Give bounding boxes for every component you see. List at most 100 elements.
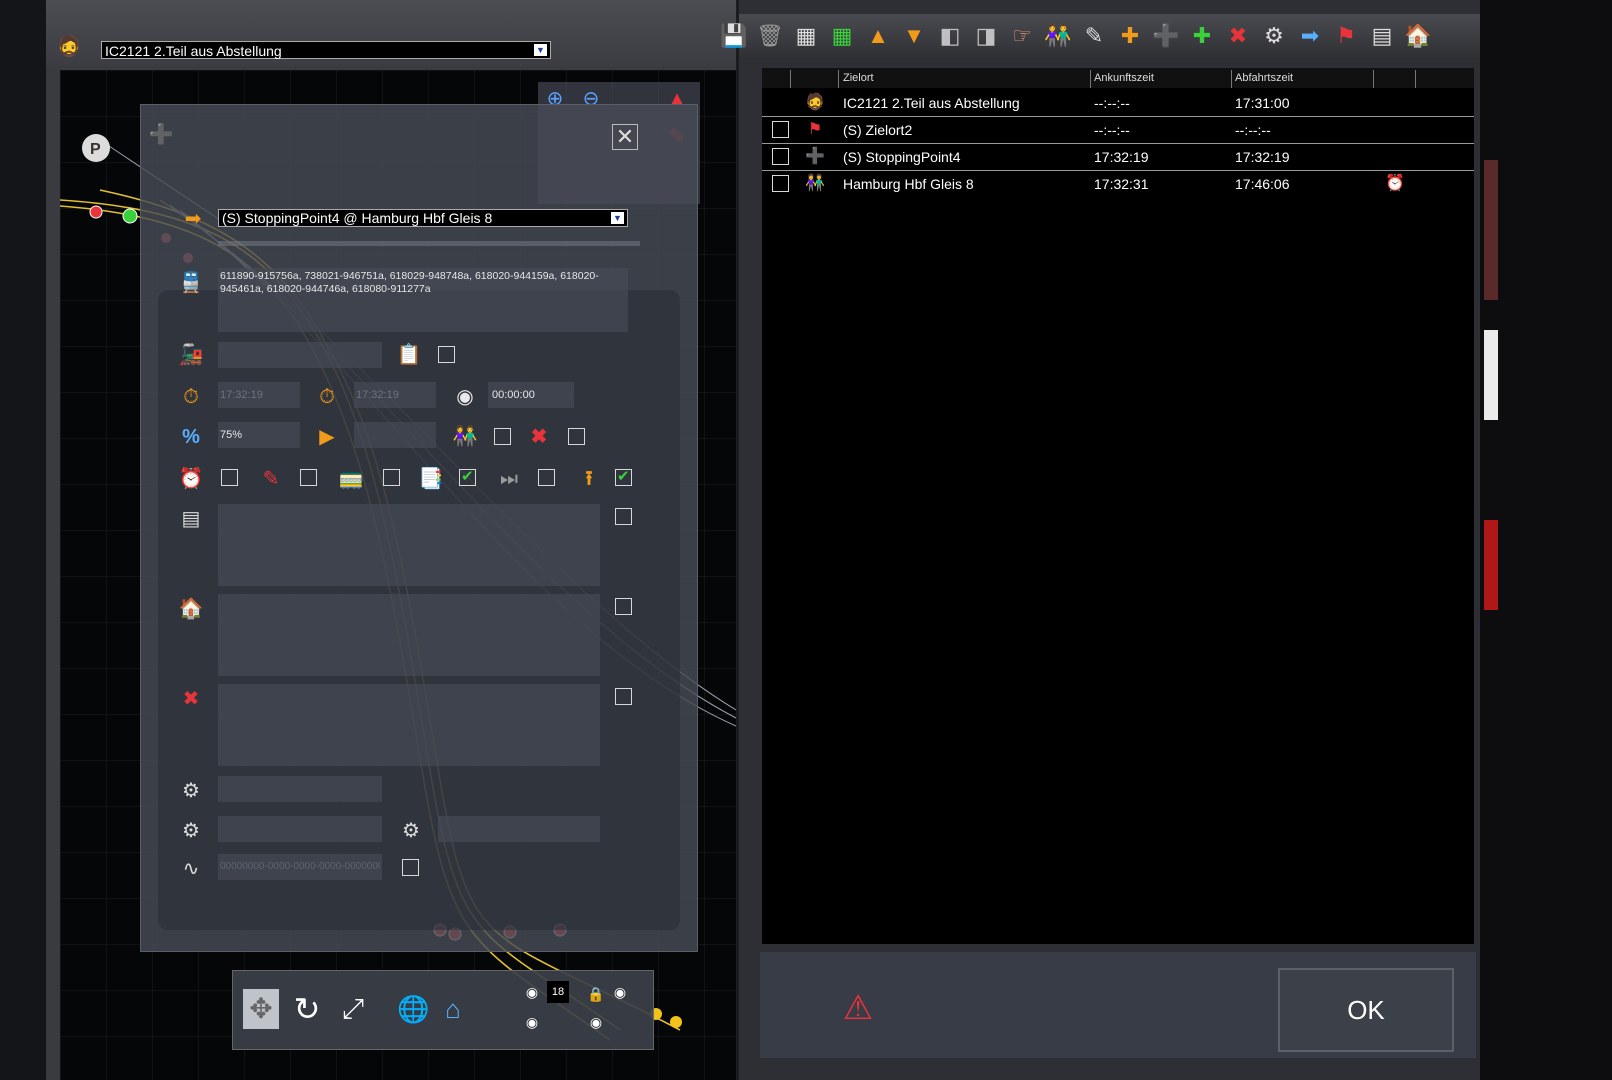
no-entry-text-area[interactable] (218, 684, 600, 766)
radio-option-icon[interactable]: ◉ (519, 979, 545, 1005)
display-icon: ▤ (181, 508, 201, 530)
cancel-icon: ✖ (530, 426, 548, 448)
passengers-icon: 👫 (805, 175, 825, 192)
trash-icon[interactable]: 🗑 (756, 22, 784, 50)
close-button[interactable]: ✕ (612, 124, 638, 150)
background-right (1480, 0, 1612, 1080)
move-down-icon[interactable]: ▼ (900, 22, 928, 50)
driver-icon: 🧔 (805, 94, 825, 111)
reverse-checkbox[interactable] (459, 467, 476, 486)
station-checkbox[interactable] (615, 598, 632, 615)
waypoint-plus-icon[interactable]: ➕ (1152, 22, 1180, 50)
row-checkbox[interactable] (772, 175, 789, 192)
globe-icon[interactable]: 🌐 (397, 991, 429, 1027)
arrival-field[interactable]: 17:32:19 (218, 382, 300, 408)
table-row[interactable]: 👫 Hamburg Hbf Gleis 8 17:32:31 17:46:06 … (762, 171, 1474, 196)
row-name: IC2121 2.Teil aus Abstellung (843, 95, 1020, 111)
remove-driver-icon[interactable]: ✖ (1224, 22, 1252, 50)
column-header-zielort[interactable]: Zielort (843, 72, 874, 84)
column-header-ankunftszeit[interactable]: Ankunftszeit (1094, 72, 1154, 84)
passengers-checkbox[interactable] (494, 428, 511, 445)
radio-option-icon[interactable]: ◉ (607, 979, 633, 1005)
consist-field[interactable]: 611890-915756a, 738021-946751a, 618029-9… (218, 268, 628, 332)
brake-checkbox[interactable] (300, 469, 317, 486)
stop-selector-value: (S) StoppingPoint4 @ Hamburg Hbf Gleis 8 (222, 210, 493, 226)
driver-field[interactable] (218, 342, 382, 368)
dwell-field[interactable]: 00:00:00 (488, 382, 574, 408)
speed-field[interactable] (354, 422, 436, 448)
skip-checkbox[interactable] (538, 469, 555, 486)
percent-field[interactable]: 75% (218, 422, 300, 448)
ok-button[interactable]: OK (1278, 968, 1454, 1052)
signal-wave-icon: ∿ (182, 858, 200, 880)
chevron-down-icon[interactable]: ▼ (534, 44, 547, 56)
driver-checkbox[interactable] (438, 346, 455, 363)
lock-icon[interactable]: 🔒 (583, 981, 609, 1007)
dwell-icon: ◉ (456, 386, 474, 408)
route-arrow-icon[interactable]: ➡ (1296, 22, 1324, 50)
edit-icon[interactable]: ✎ (1080, 22, 1108, 50)
cancel-checkbox[interactable] (568, 428, 585, 445)
layer-counter-value: 18 (551, 986, 565, 998)
warning-icon[interactable]: ⚠ (838, 988, 878, 1028)
change-direction-icon: ⭱ (585, 468, 593, 490)
alarm-clock-icon: ⏰ (1385, 175, 1405, 192)
display-icon[interactable]: ▤ (1368, 22, 1396, 50)
brake-icon: ✎ (262, 468, 280, 490)
station-icon: 🏠 (178, 598, 204, 620)
radio-option-icon[interactable]: ◉ (519, 1009, 545, 1035)
row-arrival: 17:32:31 (1094, 176, 1149, 192)
split-icon[interactable]: ◧ (936, 22, 964, 50)
row-departure: 17:32:19 (1235, 149, 1290, 165)
home-icon[interactable]: ⌂ (437, 991, 469, 1027)
resize-icon[interactable]: ⤢ (335, 989, 371, 1029)
divider (218, 241, 640, 246)
alarm-clock-icon: ⏰ (178, 468, 204, 490)
no-entry-checkbox[interactable] (615, 688, 632, 705)
change-direction-checkbox[interactable] (615, 467, 632, 486)
move-up-icon[interactable]: ▲ (864, 22, 892, 50)
fit-view-icon[interactable]: ✥ (243, 989, 279, 1029)
settings-icon[interactable]: ⚙ (1260, 22, 1288, 50)
departure-value: 17:32:19 (356, 389, 399, 401)
column-header-abfahrtszeit[interactable]: Abfahrtszeit (1235, 72, 1293, 84)
table-row[interactable]: 🧔 IC2121 2.Teil aus Abstellung --:--:-- … (762, 90, 1474, 115)
row-checkbox[interactable] (772, 148, 789, 165)
add-icon[interactable]: ✚ (1188, 22, 1216, 50)
table-row[interactable]: ⚑ (S) Zielort2 --:--:-- --:--:-- (762, 117, 1474, 142)
grid-icon[interactable]: ▦ (792, 22, 820, 50)
passengers-icon[interactable]: 👫 (1044, 22, 1072, 50)
settings-field-1[interactable] (218, 776, 382, 802)
train-selector-value: IC2121 2.Teil aus Abstellung (105, 43, 282, 59)
uuid-field[interactable]: 00000000-0000-0000-0000-000000000000 (218, 854, 382, 880)
departure-field[interactable]: 17:32:19 (354, 382, 436, 408)
flag-icon[interactable]: ⚑ (1332, 22, 1360, 50)
row-arrival: --:--:-- (1094, 122, 1130, 138)
display-text-area[interactable] (218, 504, 600, 586)
settings-field-3[interactable] (438, 816, 600, 842)
display-checkbox[interactable] (615, 508, 632, 525)
uuid-checkbox[interactable] (402, 859, 419, 876)
table-row[interactable]: ➕ (S) StoppingPoint4 17:32:19 17:32:19 (762, 144, 1474, 169)
alarm-checkbox[interactable] (221, 469, 238, 486)
arrival-clock-icon: ⏱ (183, 386, 199, 408)
radio-option-icon[interactable]: ◉ (583, 1009, 609, 1035)
dwell-value: 00:00:00 (492, 389, 535, 401)
passengers-icon: 👫 (452, 426, 478, 448)
refresh-icon[interactable]: ↻ (289, 989, 325, 1029)
settings-field-2[interactable] (218, 816, 382, 842)
row-name: (S) Zielort2 (843, 122, 913, 138)
train-selector[interactable]: IC2121 2.Teil aus Abstellung ▼ (101, 41, 551, 59)
station-text-area[interactable] (218, 594, 600, 676)
stop-selector[interactable]: (S) StoppingPoint4 @ Hamburg Hbf Gleis 8… (218, 209, 628, 227)
coupling-checkbox[interactable] (383, 469, 400, 486)
save-icon[interactable]: 💾 (720, 22, 748, 50)
chevron-down-icon[interactable]: ▼ (611, 212, 624, 224)
row-checkbox[interactable] (772, 121, 789, 138)
pointer-icon[interactable]: ☞ (1008, 22, 1036, 50)
layout-icon[interactable]: ✚ (1116, 22, 1144, 50)
join-icon[interactable]: ◨ (972, 22, 1000, 50)
station-icon[interactable]: 🏠 (1404, 22, 1432, 50)
grid-green-icon[interactable]: ▦ (828, 22, 856, 50)
background-left (0, 0, 46, 1080)
